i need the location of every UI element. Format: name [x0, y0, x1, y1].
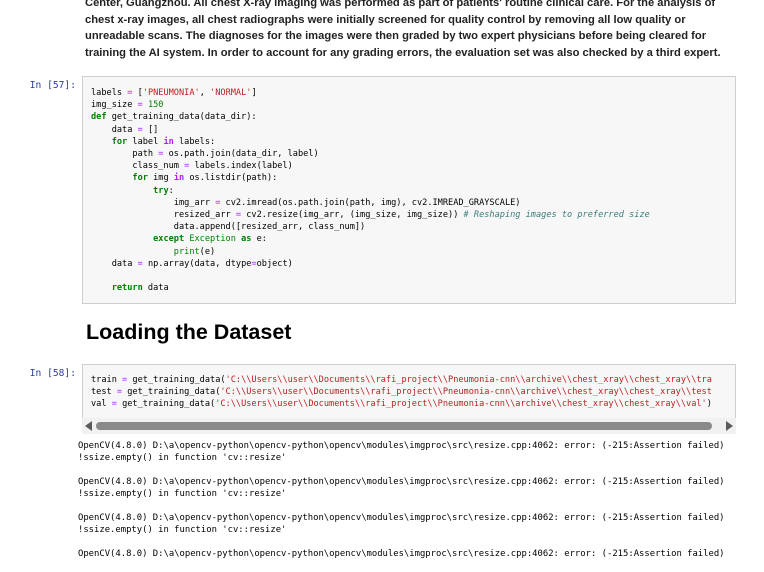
cell-prompt-58: In [58]: [29, 368, 76, 379]
code-line: try: [153, 185, 174, 196]
markdown-paragraph: Center, Guangzhou. All chest X-ray imagi… [85, 0, 721, 59]
cell-output-58: OpenCV(4.8.0) D:\a\opencv-python\opencv-… [78, 440, 758, 572]
code-line: data = [] [91, 124, 159, 135]
code-line: test = get_training_data('C:\\Users\\use… [91, 387, 712, 398]
error-message: OpenCV(4.8.0) D:\a\opencv-python\opencv-… [78, 441, 725, 463]
code-line: data = np.array(data, dtype=object) [91, 258, 293, 269]
code-line: val = get_training_data('C:\\Users\\user… [91, 399, 712, 410]
code-line: data.append([resized_arr, class_num]) [173, 222, 366, 233]
code-editor-58[interactable]: train = get_training_data('C:\\Users\\us… [91, 374, 735, 411]
code-cell-58[interactable]: train = get_training_data('C:\\Users\\us… [82, 364, 736, 420]
code-line: labels = ['PNEUMONIA', 'NORMAL'] [91, 88, 257, 98]
code-line: class_num = labels.index(label) [91, 161, 293, 172]
code-line: for label in labels: [111, 136, 216, 147]
code-line: return data [111, 283, 169, 294]
markdown-cell: Center, Guangzhou. All chest X-ray imagi… [85, 0, 725, 61]
scroll-right-icon[interactable] [726, 421, 733, 431]
code-line: train = get_training_data('C:\\Users\\us… [91, 375, 712, 385]
error-message: OpenCV(4.8.0) D:\a\opencv-python\opencv-… [78, 513, 725, 535]
code-editor-57[interactable]: labels = ['PNEUMONIA', 'NORMAL'] img_siz… [91, 87, 735, 294]
scrollbar-thumb[interactable] [96, 422, 712, 430]
scroll-left-icon[interactable] [85, 421, 92, 431]
code-line: for img in os.listdir(path): [132, 173, 278, 184]
code-line: except Exception as e: [153, 234, 267, 245]
cell-prompt-57: In [57]: [29, 80, 76, 91]
horizontal-scrollbar[interactable] [82, 418, 736, 434]
error-message: OpenCV(4.8.0) D:\a\opencv-python\opencv-… [78, 477, 725, 499]
code-line: img_arr = cv2.imread(os.path.join(path, … [91, 197, 521, 208]
code-line: print(e) [173, 246, 216, 257]
section-heading: Loading the Dataset [86, 320, 292, 344]
error-message: OpenCV(4.8.0) D:\a\opencv-python\opencv-… [78, 549, 725, 559]
code-line: def get_training_data(data_dir): [91, 112, 257, 123]
code-line: path = os.path.join(data_dir, label) [91, 149, 319, 160]
code-line: resized_arr = cv2.resize(img_arr, (img_s… [91, 210, 650, 221]
code-cell-57[interactable]: labels = ['PNEUMONIA', 'NORMAL'] img_siz… [82, 76, 736, 304]
code-line: img_size = 150 [91, 100, 164, 111]
